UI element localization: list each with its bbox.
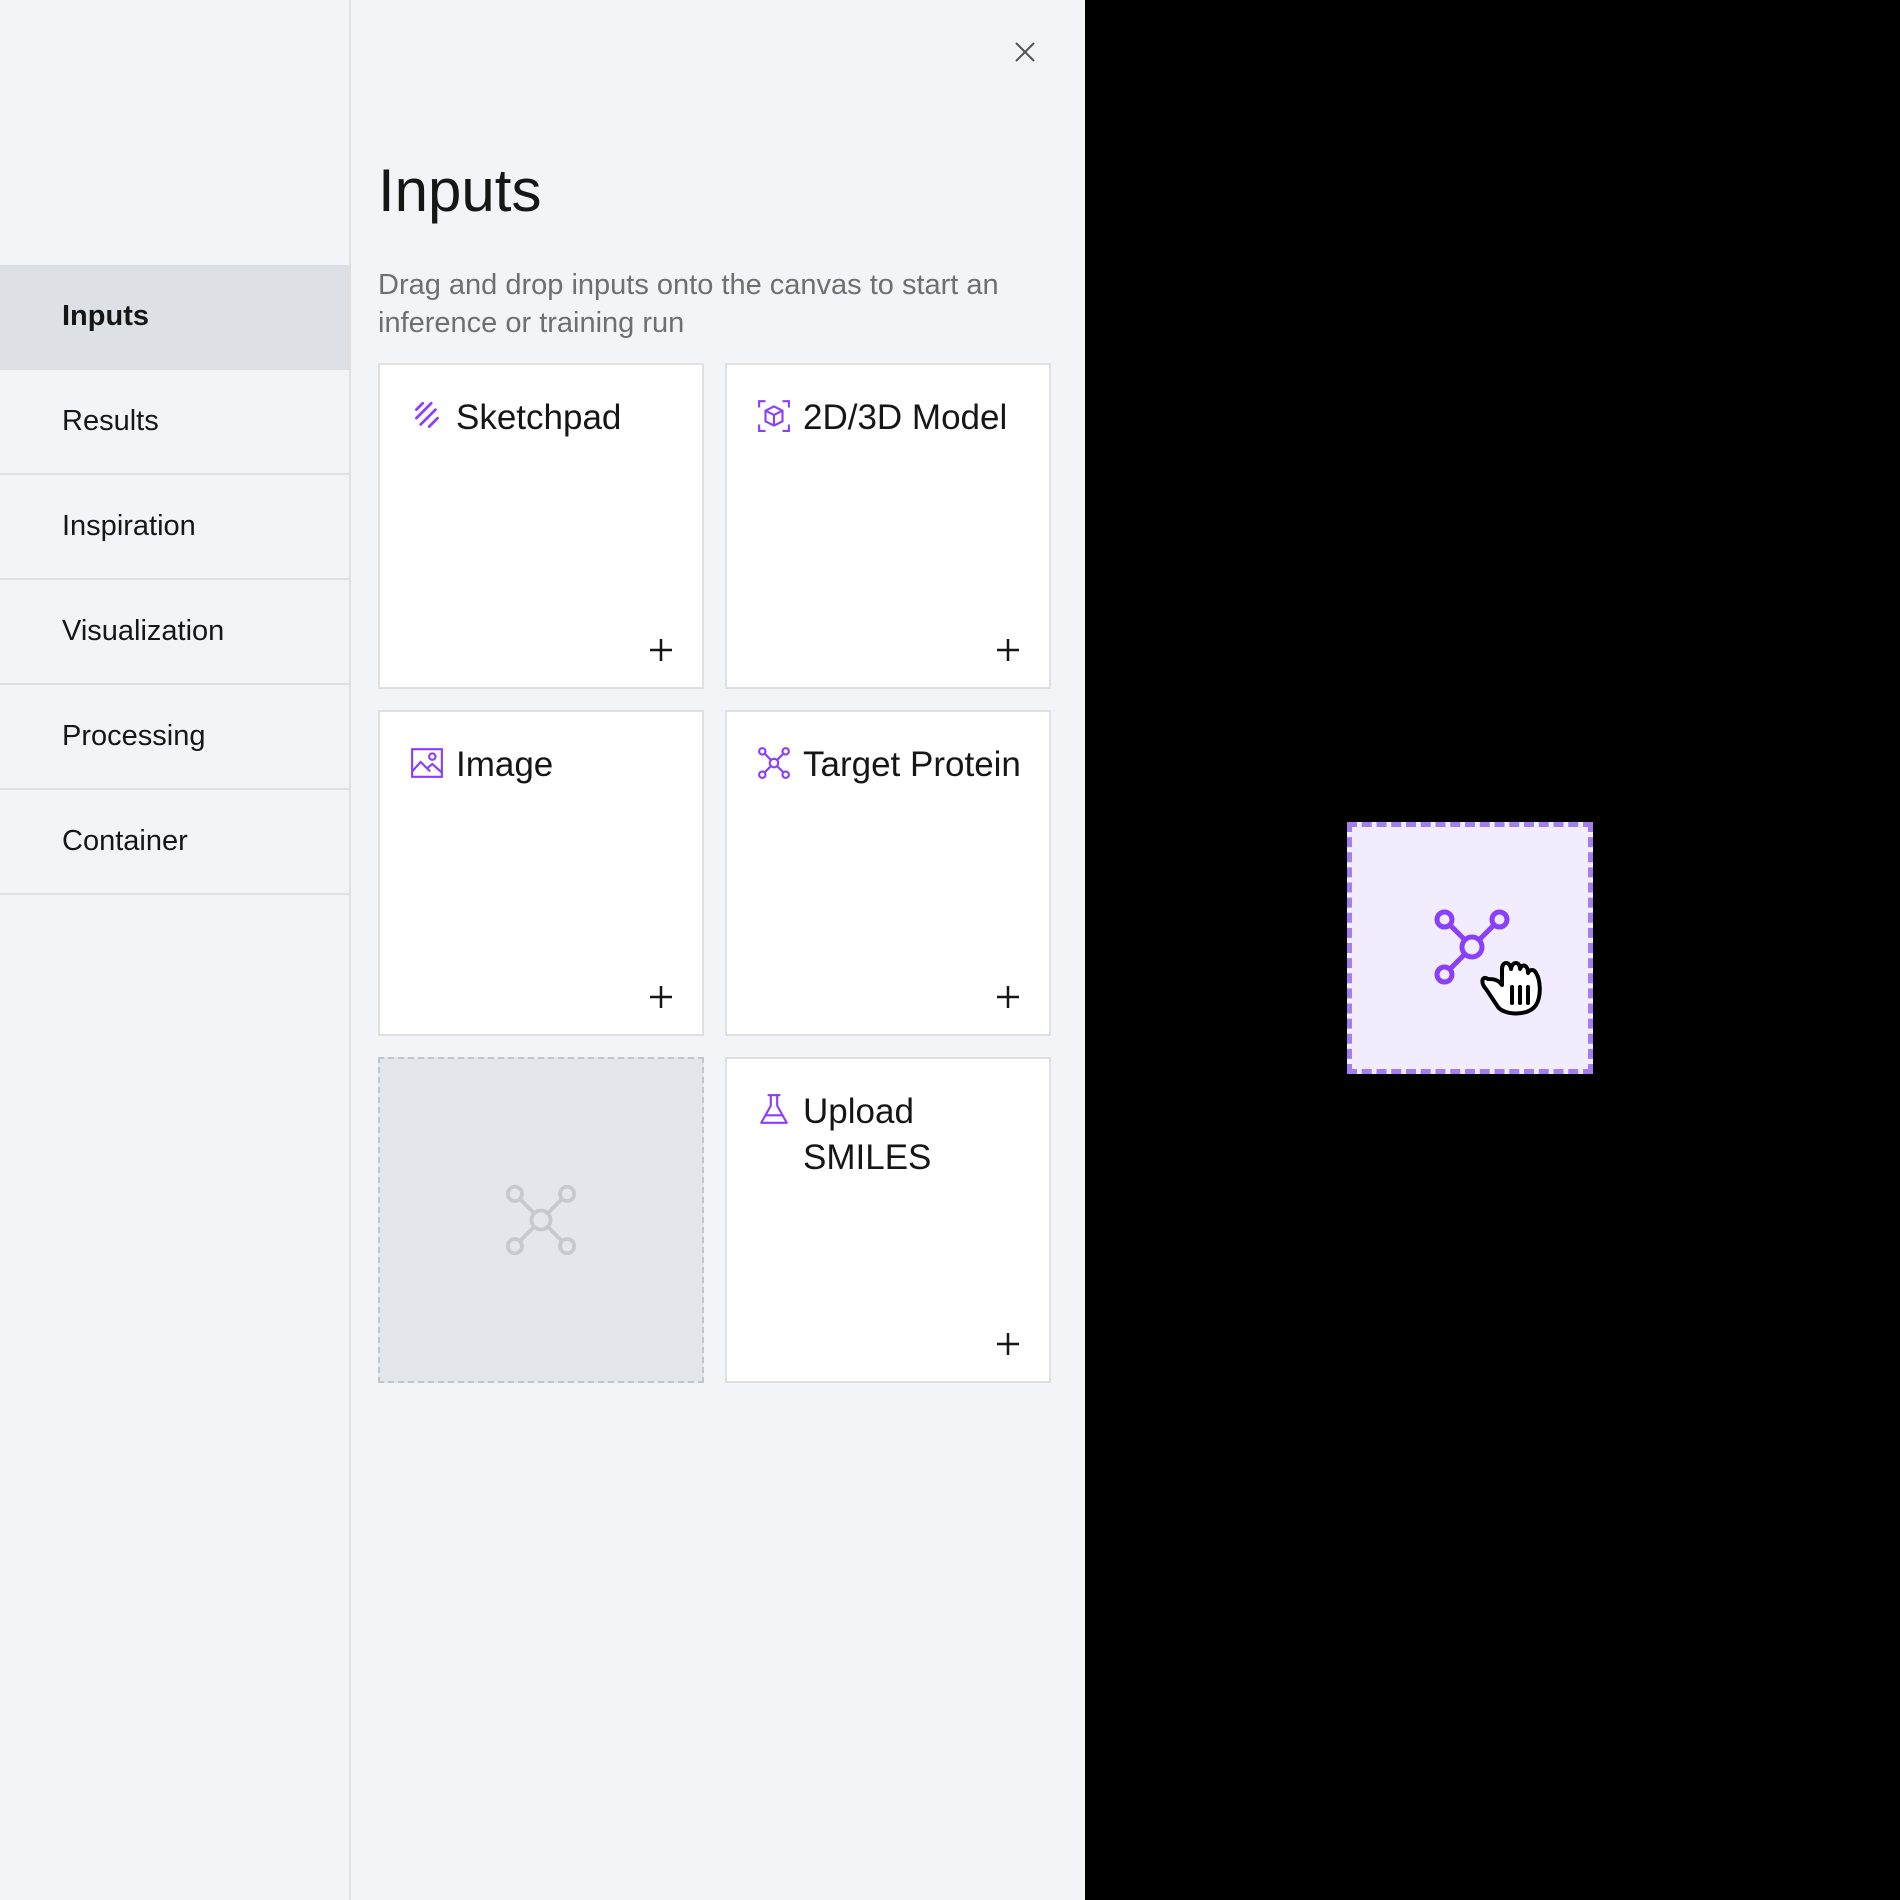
sidebar-item-label: Processing xyxy=(62,720,206,752)
tile-header: Image xyxy=(410,742,553,788)
tile-header: Target Protein xyxy=(757,742,1021,788)
cube-model-icon xyxy=(758,400,790,432)
inputs-panel: Inputs Drag and drop inputs onto the can… xyxy=(351,0,1085,1900)
add-button[interactable] xyxy=(993,635,1023,665)
sketch-icon xyxy=(415,401,439,428)
close-button[interactable] xyxy=(1005,32,1045,72)
tile-image[interactable]: Image xyxy=(378,710,704,1036)
sidebar-item-visualization[interactable]: Visualization xyxy=(0,580,349,685)
tile-header: 2D/3D Model xyxy=(757,395,1007,441)
plus-icon xyxy=(997,639,1019,661)
plus-icon xyxy=(650,986,672,1008)
tile-sketchpad[interactable]: Sketchpad xyxy=(378,363,704,689)
sidebar-item-label: Results xyxy=(62,405,159,437)
tile-upload-smiles[interactable]: Upload SMILES xyxy=(725,1057,1051,1383)
plus-icon xyxy=(997,986,1019,1008)
sidebar: Inputs Results Inspiration Visualization… xyxy=(0,0,351,1900)
sidebar-item-label: Inputs xyxy=(62,300,149,332)
sidebar-item-label: Inspiration xyxy=(62,510,196,542)
panel-description: Drag and drop inputs onto the canvas to … xyxy=(378,269,999,339)
add-button[interactable] xyxy=(646,635,676,665)
molecule-icon xyxy=(505,1184,577,1256)
sidebar-item-container[interactable]: Container xyxy=(0,790,349,895)
dragging-tile-target-protein[interactable] xyxy=(1347,822,1593,1074)
sidebar-item-results[interactable]: Results xyxy=(0,370,349,475)
grab-hand-icon xyxy=(1480,961,1542,1016)
tile-label: Target Protein xyxy=(803,745,1021,784)
tile-label: 2D/3D Model xyxy=(803,398,1008,437)
close-icon xyxy=(1015,42,1035,62)
tile-label: Upload SMILES xyxy=(803,1092,932,1177)
tile-header: Upload SMILES xyxy=(757,1089,1023,1181)
plus-icon xyxy=(650,639,672,661)
sidebar-item-inspiration[interactable]: Inspiration xyxy=(0,475,349,580)
add-button[interactable] xyxy=(993,982,1023,1012)
sidebar-item-label: Visualization xyxy=(62,615,225,647)
tile-label: Sketchpad xyxy=(456,398,622,437)
molecule-icon xyxy=(758,747,790,779)
tile-target-protein[interactable]: Target Protein xyxy=(725,710,1051,1036)
add-button[interactable] xyxy=(646,982,676,1012)
drag-placeholder-tile xyxy=(378,1057,704,1383)
tile-2d-3d-model[interactable]: 2D/3D Model xyxy=(725,363,1051,689)
chemistry-flask-icon xyxy=(760,1094,788,1124)
sidebar-item-processing[interactable]: Processing xyxy=(0,685,349,790)
page-title: Inputs xyxy=(378,157,542,224)
plus-icon xyxy=(997,1333,1019,1355)
sidebar-item-label: Container xyxy=(62,825,188,857)
add-button[interactable] xyxy=(993,1329,1023,1359)
tile-header: Sketchpad xyxy=(410,395,621,441)
sidebar-item-inputs[interactable]: Inputs xyxy=(0,265,349,370)
input-tiles-grid: Sketchpad 2D/3D Model Image Target Prote… xyxy=(378,363,1051,1383)
tile-label: Image xyxy=(456,745,554,784)
sidebar-nav: Inputs Results Inspiration Visualization… xyxy=(0,265,349,895)
image-icon xyxy=(411,748,443,778)
